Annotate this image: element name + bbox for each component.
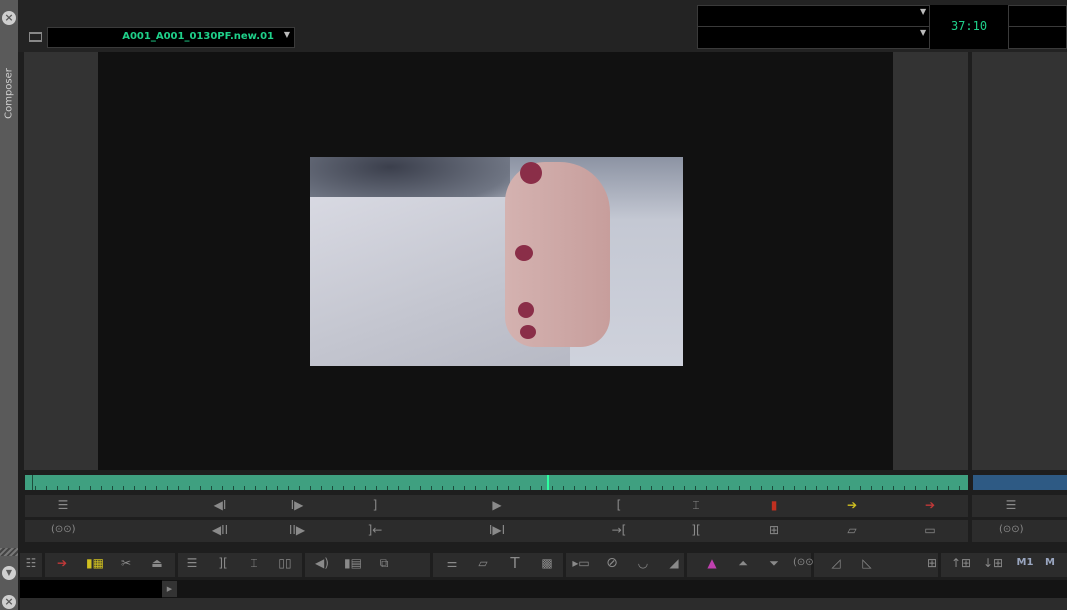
go-to-out-icon[interactable]: ]← <box>363 520 387 540</box>
lift-icon[interactable]: ⏏ <box>145 553 169 573</box>
extract-clip-icon[interactable]: ⏷ <box>762 553 786 573</box>
add-marker-icon[interactable]: ▲ <box>700 553 724 573</box>
step-back-icon[interactable]: ◀Ι <box>208 495 232 515</box>
overwrite-icon[interactable]: ➔ <box>918 495 942 515</box>
timeline-name-field[interactable] <box>20 580 162 598</box>
divider <box>697 26 1067 27</box>
title-tool-icon[interactable]: T <box>503 553 527 573</box>
position-indicator[interactable] <box>547 475 549 490</box>
clear-marks-icon[interactable]: ][ <box>684 520 708 540</box>
splice-arrow-icon[interactable]: ➔ <box>50 553 74 573</box>
dissolve-icon[interactable]: ◡ <box>631 553 655 573</box>
close-icon[interactable]: × <box>2 595 16 609</box>
scissors-icon[interactable]: ✂ <box>114 553 138 573</box>
source-clip-menu[interactable]: A001_A001_0130PF.new.01 ▼ <box>47 27 295 48</box>
clip-list-icon[interactable]: ☰ <box>51 495 75 515</box>
mark-in-icon[interactable]: [ <box>607 495 631 515</box>
record-position-bar[interactable] <box>973 475 1067 490</box>
close-icon[interactable]: × <box>2 11 16 25</box>
toggle-source-record-icon[interactable]: (⊙⊙) <box>999 520 1024 540</box>
trim-icon[interactable]: ▱ <box>840 520 864 540</box>
filler-icon[interactable]: ▮▤ <box>341 553 365 573</box>
timeline-header-row <box>20 580 1067 598</box>
link-icon[interactable]: ☰ <box>180 553 204 573</box>
source-monitor-margin <box>24 52 98 470</box>
go-to-in-icon[interactable]: →[ <box>607 520 631 540</box>
add-track-up-icon[interactable]: ↑⊞ <box>949 553 973 573</box>
trim-left-icon[interactable]: ◿ <box>824 553 848 573</box>
start-marker <box>32 475 33 490</box>
go-to-end-icon[interactable]: Ι▶Ι <box>485 520 509 540</box>
insert-icon[interactable]: ▸▭ <box>569 553 593 573</box>
m1-button[interactable]: M1 <box>1013 553 1037 573</box>
audio-icon[interactable]: ◀) <box>310 553 334 573</box>
lift-clip-icon[interactable]: ⏶ <box>731 553 755 573</box>
mixer-icon[interactable]: ⚌ <box>440 553 464 573</box>
record-monitor[interactable] <box>972 52 1067 470</box>
dropdown-icon[interactable]: ▼ <box>920 7 926 16</box>
dropdown-icon[interactable]: ▼ <box>920 28 926 37</box>
trim-right-icon[interactable]: ◺ <box>855 553 879 573</box>
dropdown-icon: ▼ <box>283 30 290 39</box>
track-menu-icon[interactable]: ☷ <box>19 553 43 573</box>
toggle-source-record-icon[interactable]: (⊙⊙) <box>51 520 76 540</box>
clip-list-icon[interactable]: ☰ <box>999 495 1023 515</box>
video-frame <box>310 157 683 366</box>
splice-in-icon[interactable]: ➔ <box>840 495 864 515</box>
effect-icon[interactable]: ▩ <box>535 553 559 573</box>
add-track-down-icon[interactable]: ↓⊞ <box>981 553 1005 573</box>
source-monitor-margin <box>893 52 968 470</box>
match-frame-icon[interactable]: ▭ <box>918 520 942 540</box>
film-icon <box>29 32 42 42</box>
timeline-toolbar: ☷ ➔ ▮▦ ✂ ⏏ ☰ ][ ⌶ ▯▯ ◀) ▮▤ ⧉ ⚌ ▱ T ▩ ▸▭ … <box>20 553 1067 577</box>
record-button-row-2: (⊙⊙) <box>972 520 1067 542</box>
no-entry-icon[interactable]: ⊘ <box>600 553 624 573</box>
split-icon[interactable]: ▯▯ <box>273 553 297 573</box>
render-icon[interactable]: ⧉ <box>372 553 396 573</box>
play-icon[interactable]: ▶ <box>485 495 509 515</box>
segment-mode-icon[interactable]: ▮▦ <box>83 553 107 573</box>
mark-out-icon[interactable]: ] <box>363 495 387 515</box>
source-position-bar[interactable] <box>25 475 968 490</box>
quad-split-icon[interactable]: ⊞ <box>762 520 786 540</box>
step-back-ten-icon[interactable]: ◀ΙΙ <box>208 520 232 540</box>
marker-icon[interactable]: ▮ <box>762 495 786 515</box>
motion-icon[interactable]: ◢ <box>662 553 686 573</box>
grip-handle[interactable] <box>0 548 18 556</box>
trim-mode-icon[interactable]: ▱ <box>471 553 495 573</box>
step-forward-ten-icon[interactable]: ΙΙ▶ <box>285 520 309 540</box>
record-button-row-1: ☰ <box>972 495 1067 517</box>
timeline-area <box>20 598 1067 610</box>
mark-clip-icon[interactable]: ⌶ <box>242 553 266 573</box>
m2-button[interactable]: M <box>1045 553 1055 573</box>
mark-clip-icon[interactable]: ⌶ <box>684 495 708 515</box>
composer-tab-label[interactable]: Composer <box>4 67 15 121</box>
button-row-1: ☰ ◀Ι Ι▶ ] ▶ [ ⌶ ▮ ➔ ➔ <box>25 495 968 517</box>
collapse-icon[interactable]: ▼ <box>2 566 16 580</box>
record-timecode: 37:10 <box>929 5 1009 49</box>
timecode-display[interactable] <box>697 5 1067 49</box>
button-row-2: (⊙⊙) ◀ΙΙ ΙΙ▶ ]← Ι▶Ι →[ ][ ⊞ ▱ ▭ <box>25 520 968 542</box>
step-forward-icon[interactable]: Ι▶ <box>285 495 309 515</box>
expand-arrow-icon[interactable]: ▶ <box>162 581 177 597</box>
trim-icon[interactable]: ][ <box>211 553 235 573</box>
